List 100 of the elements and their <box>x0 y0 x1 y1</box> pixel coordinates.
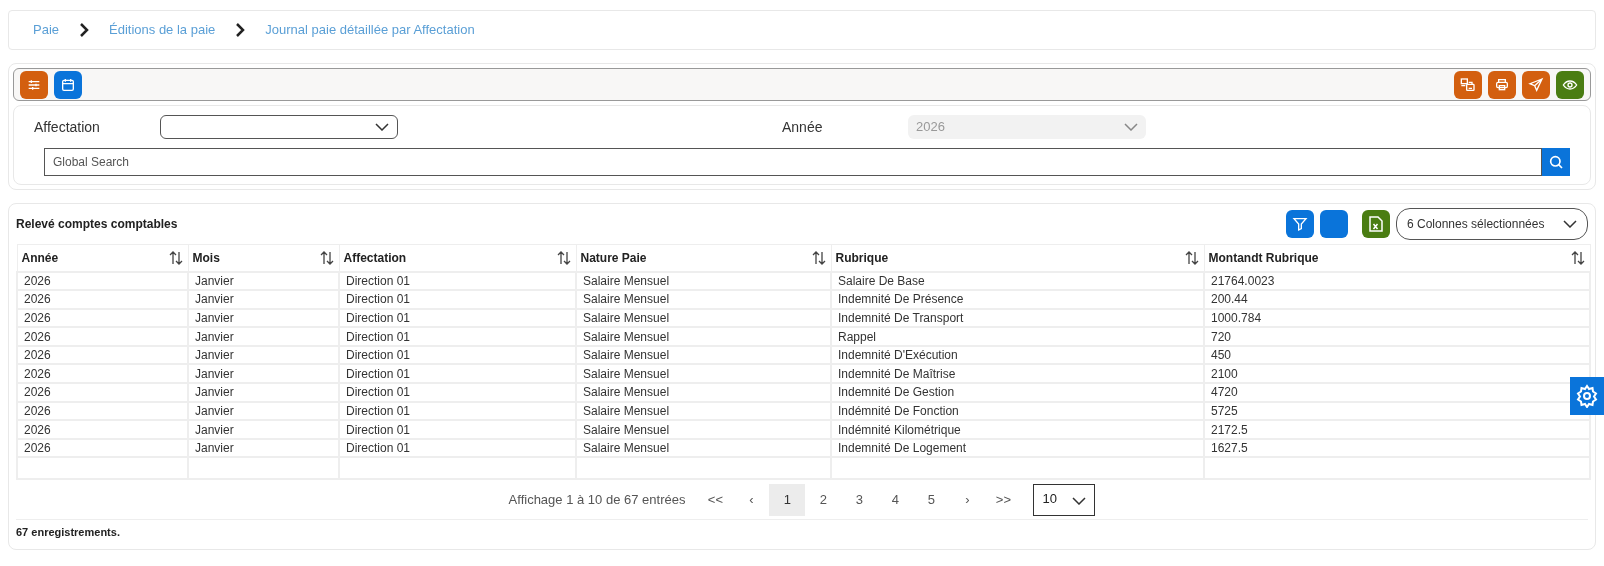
table-cell: Janvier <box>188 327 339 346</box>
affectation-dropdown[interactable] <box>160 115 398 139</box>
table-cell: Salaire Mensuel <box>576 271 831 291</box>
column-header: Montandt Rubrique <box>1208 249 1319 267</box>
page-button[interactable]: 5 <box>913 483 950 516</box>
table-cell: Direction 01 <box>339 438 576 458</box>
table-cell: Rappel <box>831 327 1204 346</box>
table-cell: 21764.0023 <box>1204 271 1590 291</box>
table-cell: Salaire Mensuel <box>576 290 831 309</box>
chevron-right-icon <box>235 22 246 38</box>
page-button[interactable]: 4 <box>877 483 914 516</box>
table-cell: Indemnité De Maîtrise <box>831 364 1204 384</box>
table-cell: 2026 <box>17 290 188 309</box>
table-cell: Salaire Mensuel <box>576 438 831 458</box>
table-cell: 1000.784 <box>1204 308 1590 328</box>
column-header: Année <box>21 249 59 267</box>
table-cell: Salaire Mensuel <box>576 345 831 365</box>
toolbar-button[interactable] <box>1522 70 1550 99</box>
table-cell: Salaire Mensuel <box>576 383 831 402</box>
search-icon <box>1548 154 1564 170</box>
toolbar-button[interactable] <box>1454 70 1482 99</box>
excel-export-button[interactable] <box>1362 210 1390 238</box>
sort-icon[interactable] <box>1569 249 1586 266</box>
table-cell: Janvier <box>188 383 339 402</box>
table-cell: 2026 <box>17 401 188 421</box>
toolbar-button[interactable] <box>20 70 48 99</box>
toolbar-button[interactable] <box>1488 70 1516 99</box>
printers-icon <box>1460 76 1476 93</box>
page-button[interactable]: 1 <box>769 483 806 516</box>
next-page-button[interactable]: › <box>949 483 986 516</box>
filter-button[interactable] <box>1286 210 1314 238</box>
table-cell: Janvier <box>188 401 339 421</box>
table-cell: 2026 <box>17 364 188 384</box>
sort-icon[interactable] <box>1183 249 1200 266</box>
table-cell: 2026 <box>17 308 188 328</box>
table-cell: Janvier <box>188 271 339 291</box>
sort-icon[interactable] <box>810 249 827 266</box>
table-cell: Salaire Mensuel <box>576 401 831 421</box>
chevron-down-icon <box>375 123 389 131</box>
page-button[interactable]: 2 <box>805 483 842 516</box>
table-cell: 2172.5 <box>1204 420 1590 439</box>
table-cell: Janvier <box>188 364 339 384</box>
table-cell: 2026 <box>17 420 188 439</box>
table-cell: Janvier <box>188 438 339 458</box>
column-header: Rubrique <box>835 249 889 267</box>
search-button[interactable] <box>1542 148 1570 176</box>
table-cell: Direction 01 <box>339 383 576 402</box>
sort-icon[interactable] <box>167 249 184 266</box>
send-icon <box>1528 76 1544 93</box>
table-cell: Direction 01 <box>339 345 576 365</box>
annee-label: Année <box>782 117 824 137</box>
printer-icon <box>1494 76 1510 93</box>
table-cell: Salaire Mensuel <box>576 327 831 346</box>
pagination-summary: Affichage 1 à 10 de 67 entrées <box>508 491 686 510</box>
settings-icon <box>1575 384 1599 408</box>
last-page-button[interactable]: >> <box>985 483 1022 516</box>
toolbar-button[interactable] <box>1556 70 1584 99</box>
records-count: 67 enregistrements. <box>16 525 121 541</box>
chevron-down-icon <box>1072 496 1087 505</box>
table-cell: Salaire Mensuel <box>576 308 831 328</box>
table-cell: 720 <box>1204 327 1590 346</box>
sort-icon[interactable] <box>318 249 335 266</box>
table-cell: Indemnité D'Exécution <box>831 345 1204 365</box>
calendar-icon <box>60 76 76 93</box>
table-cell: 2026 <box>17 438 188 458</box>
table-cell: Direction 01 <box>339 420 576 439</box>
columns-dropdown[interactable]: 6 Colonnes sélectionnées <box>1396 208 1588 240</box>
table-cell: Direction 01 <box>339 364 576 384</box>
previous-page-button[interactable]: ‹ <box>733 483 770 516</box>
filter-icon <box>1292 216 1308 232</box>
sort-icon[interactable] <box>555 249 572 266</box>
table-cell: 2026 <box>17 327 188 346</box>
page-button[interactable]: 3 <box>841 483 878 516</box>
toolbar-button[interactable] <box>54 70 82 99</box>
table-cell: 2026 <box>17 271 188 291</box>
settings-button[interactable] <box>1570 377 1604 415</box>
table-cell: 2026 <box>17 383 188 402</box>
blank-button[interactable] <box>1320 210 1348 238</box>
spreadsheet-file-icon <box>1369 216 1383 232</box>
table-cell: Indémnité De Fonction <box>831 401 1204 421</box>
chevron-down-icon <box>1124 123 1138 131</box>
table-cell: Janvier <box>188 308 339 328</box>
column-header: Mois <box>192 249 220 267</box>
table-cell: Janvier <box>188 345 339 365</box>
table-cell: 200.44 <box>1204 290 1590 309</box>
table-cell: Direction 01 <box>339 271 576 291</box>
table-cell: Salaire Mensuel <box>576 420 831 439</box>
table-cell: Direction 01 <box>339 290 576 309</box>
chevron-down-icon <box>1563 220 1577 228</box>
table-cell: Janvier <box>188 290 339 309</box>
table-cell: Direction 01 <box>339 327 576 346</box>
first-page-button[interactable]: << <box>697 483 734 516</box>
table-cell: Direction 01 <box>339 401 576 421</box>
global-search-field[interactable]: Global Search <box>44 148 1542 176</box>
table-cell: Indemnité De Gestion <box>831 383 1204 402</box>
table-cell: 2026 <box>17 345 188 365</box>
page-size-dropdown[interactable]: 10 <box>1033 483 1096 516</box>
table-cell: Indemnité De Logement <box>831 438 1204 458</box>
table-cell: Direction 01 <box>339 308 576 328</box>
table-cell: Janvier <box>188 420 339 439</box>
